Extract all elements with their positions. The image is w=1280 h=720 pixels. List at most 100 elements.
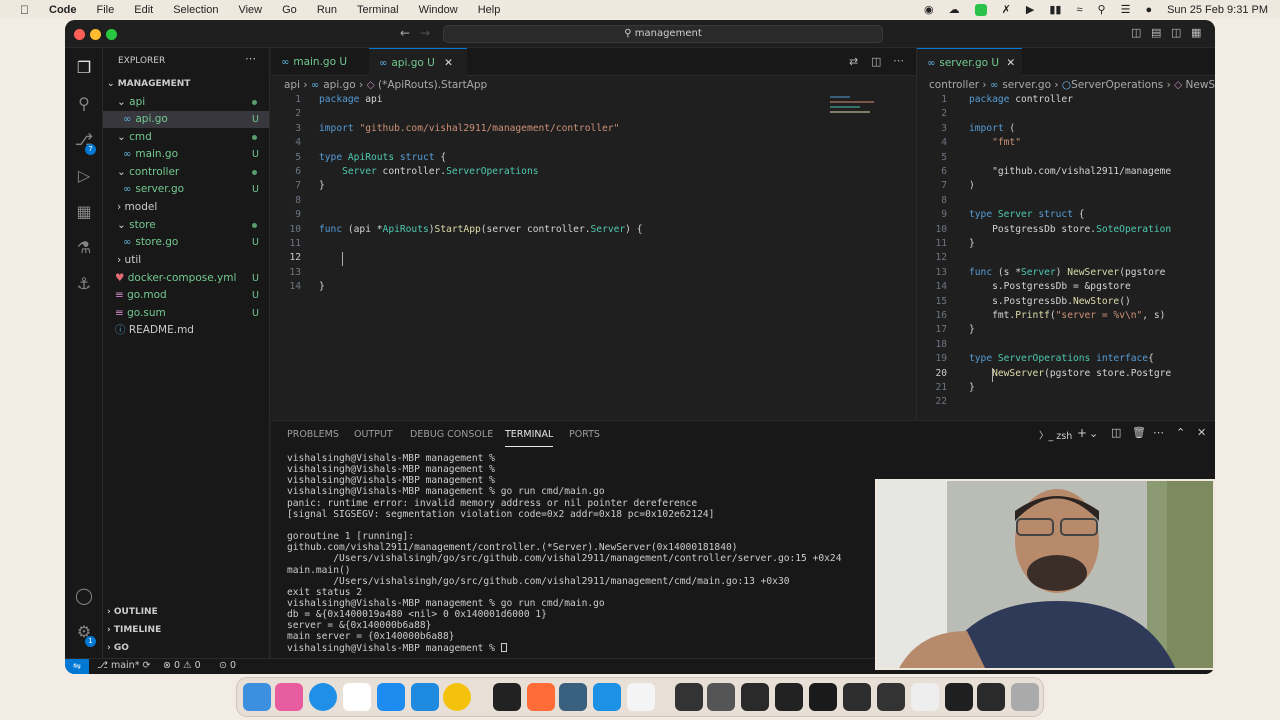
tree-file-main-go[interactable]: ∞ main.go U [103,146,269,163]
clock[interactable]: Sun 25 Feb 9:31 PM [1167,4,1268,16]
toggle-panel-icon[interactable]: ▤ [1151,26,1161,39]
testing-icon[interactable]: ⚗ [74,238,94,258]
trash-icon[interactable]: 🗑 [1132,426,1146,439]
close-panel-icon[interactable]: ✕ [1197,426,1206,439]
menu-file[interactable]: File [97,4,115,16]
docker-app-icon[interactable] [593,683,621,711]
window-thumbnail-icon[interactable] [707,683,735,711]
play-icon[interactable]: ▶ [1026,3,1034,16]
ports-indicator[interactable]: ⊙ 0 [219,660,236,671]
tab-problems[interactable]: PROBLEMS [287,429,339,447]
breadcrumb-item[interactable]: ServerOperations [1071,79,1163,91]
workspace-root[interactable]: ⌄ MANAGEMENT [103,76,269,93]
menu-run[interactable]: Run [317,4,337,16]
window-thumbnail-icon[interactable] [675,683,703,711]
toggle-secondary-sidebar-icon[interactable]: ◫ [1171,26,1181,39]
tree-file-store-go[interactable]: ∞ store.go U [103,234,269,251]
breadcrumb-item[interactable]: (*ApiRouts).StartApp [378,79,487,91]
minimize-window-button[interactable] [90,29,101,40]
split-terminal-icon[interactable]: ◫ [1111,426,1121,439]
window-thumbnail-icon[interactable] [977,683,1005,711]
tab-api-go[interactable]: ∞ api.go U ✕ [369,48,467,76]
tree-folder-controller[interactable]: ⌄ controller [103,164,269,181]
breadcrumb-item[interactable]: NewS [1186,79,1215,91]
tab-server-go[interactable]: ∞ server.go U ✕ [917,48,1022,76]
spotlight-icon[interactable]: ⚲ [1098,3,1106,16]
run-debug-icon[interactable]: ▷ [74,166,94,186]
menu-go[interactable]: Go [282,4,297,16]
tab-main-go[interactable]: ∞ main.go U [271,48,366,76]
minimap[interactable] [830,96,880,126]
terminal-shell[interactable]: 〉_ zsh [1039,428,1072,442]
branch-indicator[interactable]: ⎇ main* ⟳ [97,660,150,671]
tree-folder-api[interactable]: ⌄ api [103,94,269,111]
go-section[interactable]: › GO [103,640,269,657]
tree-folder-util[interactable]: › util [103,252,269,269]
tree-file-go-sum[interactable]: ≡ go.sum U [103,305,269,322]
safari-icon[interactable] [309,683,337,711]
tab-output[interactable]: OUTPUT [354,429,393,447]
command-center-search[interactable]: ⚲ management [443,25,883,43]
menu-view[interactable]: View [238,4,262,16]
calendar-icon[interactable] [343,683,371,711]
launchpad-icon[interactable] [275,683,303,711]
docker-icon[interactable]: ⚓ [74,274,94,294]
mic-off-icon[interactable]: ✗ [1002,3,1011,16]
tree-file-server-go[interactable]: ∞ server.go U [103,181,269,198]
window-thumbnail-icon[interactable] [911,683,939,711]
panel-more-icon[interactable]: ⋯ [1153,426,1164,439]
compare-changes-icon[interactable]: ⇄ [849,55,858,68]
cloud-icon[interactable]: ☁ [949,3,960,16]
tree-file-readme[interactable]: ⓘ README.md [103,322,269,339]
app-store-icon[interactable] [377,683,405,711]
editor-more-icon[interactable]: ⋯ [893,54,904,67]
window-thumbnail-icon[interactable] [945,683,973,711]
explorer-icon[interactable]: ❐ [74,58,94,78]
tree-file-go-mod[interactable]: ≡ go.mod U [103,287,269,304]
breadcrumb-item[interactable]: api.go [323,79,355,91]
back-arrow-icon[interactable]: ← [400,26,410,40]
control-center-icon[interactable]: ☰ [1121,3,1131,16]
siri-icon[interactable]: ● [1145,4,1152,16]
extensions-icon[interactable]: ▦ [74,202,94,222]
sync-icon[interactable]: ⟳ [143,660,151,671]
tree-folder-model[interactable]: › model [103,199,269,216]
account-icon[interactable]: ◯ [74,586,94,606]
menu-window[interactable]: Window [419,4,458,16]
pgadmin-icon[interactable] [627,683,655,711]
menu-edit[interactable]: Edit [134,4,153,16]
tree-file-docker-compose[interactable]: ♥ docker-compose.yml U [103,270,269,287]
toggle-sidebar-icon[interactable]: ◫ [1131,26,1141,39]
split-editor-icon[interactable]: ◫ [871,55,881,68]
tab-debug-console[interactable]: DEBUG CONSOLE [410,429,493,447]
chevron-down-icon[interactable]: ⌄ [1089,427,1098,440]
db-tool-icon[interactable] [559,683,587,711]
window-thumbnail-icon[interactable] [741,683,769,711]
trash-bin-icon[interactable] [1011,683,1039,711]
chrome-icon[interactable] [443,683,471,711]
new-terminal-icon[interactable]: + [1077,426,1087,440]
window-thumbnail-icon[interactable] [775,683,803,711]
menu-terminal[interactable]: Terminal [357,4,399,16]
maximize-window-button[interactable] [106,29,117,40]
problems-indicator[interactable]: ⊗ 0 ⚠ 0 [163,660,201,671]
breadcrumb-item[interactable]: api [284,79,300,91]
apple-icon[interactable]:  [20,3,29,17]
vscode-icon[interactable] [411,683,439,711]
close-tab-icon[interactable]: ✕ [444,57,453,69]
menu-selection[interactable]: Selection [173,4,218,16]
window-thumbnail-icon[interactable] [843,683,871,711]
more-actions-icon[interactable]: ⋯ [245,52,256,65]
tree-folder-cmd[interactable]: ⌄ cmd [103,129,269,146]
search-view-icon[interactable]: ⚲ [74,94,94,114]
breadcrumb-item[interactable]: controller [929,79,979,91]
breadcrumb-item[interactable]: server.go [1002,79,1051,91]
window-thumbnail-icon[interactable] [877,683,905,711]
window-thumbnail-icon[interactable] [809,683,837,711]
facetime-icon[interactable] [974,3,987,16]
outline-section[interactable]: › OUTLINE [103,604,269,621]
remote-icon[interactable]: ⇋ [65,659,89,674]
tree-file-api-go[interactable]: ∞ api.go U [103,111,269,128]
maximize-panel-icon[interactable]: ⌃ [1176,426,1185,439]
editor-server-go[interactable]: 1 package controller 2 3 import (4 "fmt" 5 6 "… [917,94,1172,420]
